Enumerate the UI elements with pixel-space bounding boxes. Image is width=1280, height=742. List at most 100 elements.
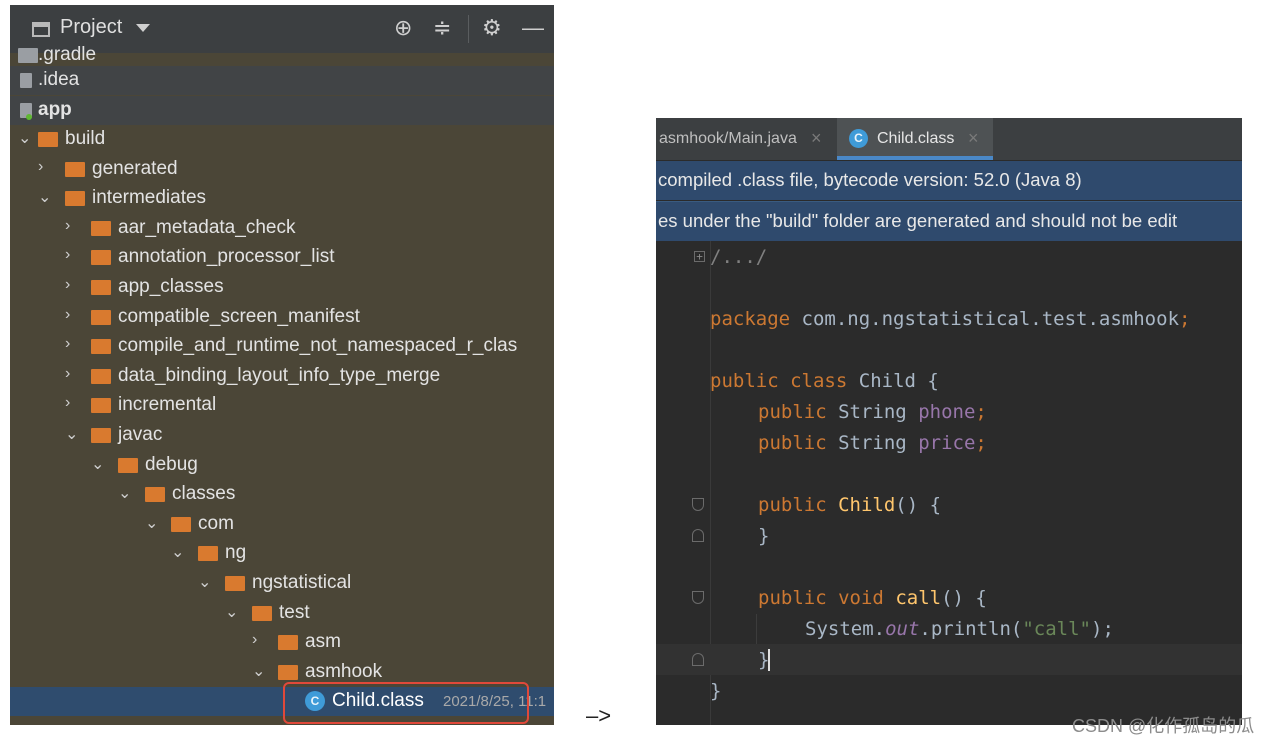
tree-item-test[interactable]: ⌄ test <box>10 599 554 628</box>
watermark: CSDN @化作孤岛的瓜 <box>1072 716 1255 736</box>
chevron-right-icon[interactable]: › <box>65 394 70 412</box>
fold-icon[interactable] <box>692 498 704 511</box>
chevron-down-icon[interactable]: ⌄ <box>145 513 158 533</box>
chevron-down-icon[interactable]: ⌄ <box>118 483 131 503</box>
flow-arrow: –> <box>586 703 612 728</box>
code-line: public String phone; <box>758 401 987 423</box>
current-code-line: } <box>656 644 1242 675</box>
chevron-down-icon[interactable]: ⌄ <box>252 661 265 681</box>
code-line: System.out.println("call"); <box>805 618 1114 640</box>
tree-item-idea[interactable]: .idea <box>10 66 554 95</box>
fold-expand-icon[interactable]: + <box>694 251 705 262</box>
chevron-right-icon[interactable]: › <box>65 246 70 264</box>
highlight-annotation <box>283 682 529 724</box>
module-status-dot <box>26 114 32 120</box>
folder-icon <box>198 546 218 561</box>
chevron-down-icon[interactable]: ⌄ <box>38 187 51 207</box>
tree-item-app-classes[interactable]: › app_classes <box>10 273 554 302</box>
project-view-selector[interactable]: Project <box>60 16 122 39</box>
chevron-down-icon[interactable]: ⌄ <box>18 128 31 148</box>
folder-icon <box>91 310 111 325</box>
tree-item-intermediates[interactable]: ⌄ intermediates <box>10 184 554 213</box>
chevron-right-icon[interactable]: › <box>252 631 257 649</box>
collapse-all-icon[interactable]: ≑ <box>433 17 451 39</box>
tree-item-com[interactable]: ⌄ com <box>10 510 554 539</box>
code-line: + /.../ <box>656 241 1242 272</box>
chevron-down-icon[interactable]: ⌄ <box>91 454 104 474</box>
tree-item-incremental[interactable]: › incremental <box>10 391 554 420</box>
tree-item-classes[interactable]: ⌄ classes <box>10 480 554 509</box>
tree-item-app[interactable]: app <box>10 96 554 125</box>
chevron-right-icon[interactable]: › <box>65 306 70 324</box>
folder-icon <box>91 428 111 443</box>
tree-item-compatible-screen-manifest[interactable]: › compatible_screen_manifest <box>10 303 554 332</box>
close-icon[interactable]: × <box>968 128 979 149</box>
decompiled-notice-banner: compiled .class file, bytecode version: … <box>656 161 1242 200</box>
gear-icon[interactable]: ⚙ <box>482 17 502 39</box>
chevron-right-icon[interactable]: › <box>65 217 70 235</box>
folder-icon <box>278 635 298 650</box>
folder-icon <box>65 162 85 177</box>
folder-icon <box>91 250 111 265</box>
folder-icon <box>38 132 58 147</box>
editor-tab-bar: asmhook/Main.java × C Child.class × <box>656 118 1242 160</box>
chevron-down-icon[interactable]: ⌄ <box>65 424 78 444</box>
folder-icon <box>91 280 111 295</box>
tree-item-ngstatistical[interactable]: ⌄ ngstatistical <box>10 569 554 598</box>
folder-icon <box>91 221 111 236</box>
folder-icon <box>252 606 272 621</box>
chevron-right-icon[interactable]: › <box>38 158 43 176</box>
code-line: public String price; <box>758 432 987 454</box>
code-line: public Child() { <box>656 489 1242 520</box>
folder-icon <box>145 487 165 502</box>
active-tab-indicator <box>837 156 993 160</box>
folder-icon <box>171 517 191 532</box>
tree-item-ng[interactable]: ⌄ ng <box>10 539 554 568</box>
folder-icon <box>225 576 245 591</box>
folder-icon <box>91 339 111 354</box>
tool-window-icon <box>32 22 50 37</box>
folder-icon <box>278 665 298 680</box>
fold-icon[interactable] <box>692 653 704 666</box>
project-tool-window: Project ⊕ ≑ ⚙ — .gradle .idea app ⌄ buil… <box>10 5 554 725</box>
folder-icon <box>65 191 85 206</box>
tab-child-class[interactable]: C Child.class × <box>837 118 993 160</box>
fold-icon[interactable] <box>692 529 704 542</box>
header-divider <box>468 15 469 43</box>
chevron-down-icon[interactable] <box>136 24 150 32</box>
generated-files-warning-banner: es under the "build" folder are generate… <box>656 201 1242 241</box>
tree-item-debug[interactable]: ⌄ debug <box>10 451 554 480</box>
tree-item-aar-metadata-check[interactable]: › aar_metadata_check <box>10 214 554 243</box>
tree-item-javac[interactable]: ⌄ javac <box>10 421 554 450</box>
tree-item-data-binding[interactable]: › data_binding_layout_info_type_merge <box>10 362 554 391</box>
code-line: } <box>710 680 722 702</box>
tab-main-java[interactable]: asmhook/Main.java × <box>656 118 836 160</box>
chevron-down-icon[interactable]: ⌄ <box>171 542 184 562</box>
tree-item-compile-and-runtime[interactable]: › compile_and_runtime_not_namespaced_r_c… <box>10 332 554 361</box>
tree-item-asm[interactable]: › asm <box>10 628 554 657</box>
close-icon[interactable]: × <box>811 128 822 149</box>
code-editor: asmhook/Main.java × C Child.class × comp… <box>656 118 1242 725</box>
tree-item-generated[interactable]: › generated <box>10 155 554 184</box>
chevron-right-icon[interactable]: › <box>65 276 70 294</box>
text-caret <box>768 649 770 671</box>
folder-icon <box>91 398 111 413</box>
folder-icon <box>118 458 138 473</box>
class-file-icon: C <box>849 129 868 148</box>
chevron-right-icon[interactable]: › <box>65 335 70 353</box>
fold-icon[interactable] <box>692 591 704 604</box>
code-line: public void call() { <box>656 582 1242 613</box>
chevron-down-icon[interactable]: ⌄ <box>198 572 211 592</box>
tree-item-annotation-processor-list[interactable]: › annotation_processor_list <box>10 243 554 272</box>
folder-icon <box>18 48 38 63</box>
code-area[interactable]: + /.../ package com.ng.ngstatistical.tes… <box>656 241 1242 725</box>
code-line: public class Child { <box>710 370 939 392</box>
minimize-icon[interactable]: — <box>522 17 544 39</box>
locate-icon[interactable]: ⊕ <box>394 17 412 39</box>
tree-item-build[interactable]: ⌄ build <box>10 125 554 154</box>
folder-icon <box>20 73 32 88</box>
folder-icon <box>91 369 111 384</box>
code-line: package com.ng.ngstatistical.test.asmhoo… <box>710 308 1191 330</box>
chevron-right-icon[interactable]: › <box>65 365 70 383</box>
chevron-down-icon[interactable]: ⌄ <box>225 602 238 622</box>
